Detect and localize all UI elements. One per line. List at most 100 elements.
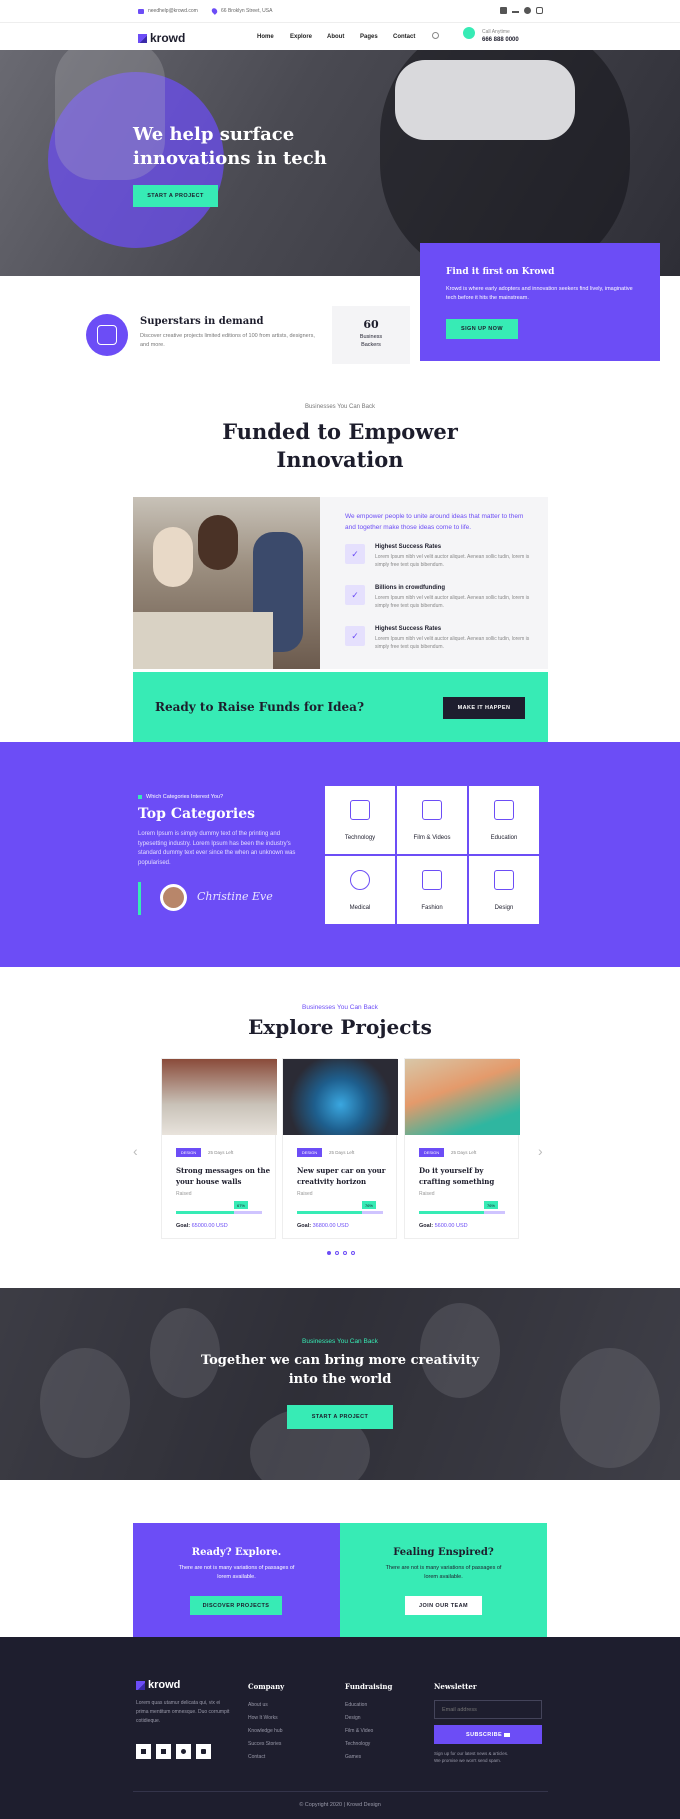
- backers-label-2: Backers: [361, 342, 381, 348]
- footer-link[interactable]: Knowledge hub: [248, 1728, 282, 1734]
- category-medical[interactable]: Medical: [325, 856, 395, 924]
- main-header: krowd Home Explore About Pages Contact: [0, 22, 680, 50]
- logo-mark-icon: [136, 1680, 145, 1690]
- backers-label-1: Business: [359, 334, 383, 340]
- check-icon: ✓: [345, 585, 365, 605]
- brand-name: krowd: [150, 31, 186, 45]
- category-film-videos[interactable]: Film & Videos: [397, 786, 467, 854]
- film-icon: [422, 800, 442, 820]
- check-icon: ✓: [345, 626, 365, 646]
- footer-link[interactable]: Contact: [248, 1754, 265, 1760]
- phone-number[interactable]: 666 888 0000: [482, 37, 519, 43]
- footer-link[interactable]: Education: [345, 1702, 367, 1708]
- signature: Christine Eve: [197, 890, 273, 903]
- pinterest-icon[interactable]: [176, 1744, 191, 1759]
- categories-text: Lorem Ipsum is simply dummy text of the …: [138, 831, 296, 866]
- together-start-project-button[interactable]: START A PROJECT: [287, 1405, 393, 1429]
- subscribe-button[interactable]: SUBSCRIBE: [434, 1725, 542, 1744]
- carousel-dot[interactable]: [327, 1251, 331, 1255]
- hero-start-project-button[interactable]: START A PROJECT: [133, 185, 218, 207]
- footer-link[interactable]: How It Works: [248, 1715, 278, 1721]
- sign-up-button[interactable]: SIGN UP NOW: [446, 319, 518, 339]
- explore-cta: Ready? Explore. There are not is many va…: [133, 1523, 340, 1637]
- design-icon: [494, 870, 514, 890]
- footer-link[interactable]: About us: [248, 1702, 268, 1708]
- progress-bar: [419, 1211, 505, 1214]
- inspired-cta-text: There are not is many variations of pass…: [385, 1565, 502, 1580]
- pinterest-icon[interactable]: [524, 7, 531, 14]
- category-technology[interactable]: Technology: [325, 786, 395, 854]
- discover-projects-button[interactable]: DISCOVER PROJECTS: [190, 1596, 282, 1615]
- carousel-dot[interactable]: [343, 1251, 347, 1255]
- project-card[interactable]: DESIGN 25 Days Left Strong messages on t…: [161, 1058, 277, 1239]
- project-card[interactable]: DESIGN 25 Days Left New super car on you…: [282, 1058, 398, 1239]
- inspired-cta: Fealing Enspired? There are not is many …: [340, 1523, 547, 1637]
- projects-eyebrow: Businesses You Can Back: [302, 1004, 378, 1011]
- footer-divider: [133, 1791, 548, 1792]
- facebook-icon[interactable]: [156, 1744, 171, 1759]
- backers-count: 60: [363, 318, 379, 331]
- nav-about[interactable]: About: [327, 34, 344, 40]
- stethoscope-icon: [350, 870, 370, 890]
- instagram-icon[interactable]: [196, 1744, 211, 1759]
- carousel-dot[interactable]: [335, 1251, 339, 1255]
- fundraising-heading: Fundraising: [345, 1682, 393, 1691]
- instagram-icon[interactable]: [536, 7, 543, 14]
- category-education[interactable]: Education: [469, 786, 539, 854]
- footer-link[interactable]: Succes Stories: [248, 1741, 281, 1747]
- nav-home[interactable]: Home: [257, 34, 274, 40]
- make-it-happen-button[interactable]: MAKE IT HAPPEN: [443, 697, 525, 719]
- projects-title: Explore Projects: [248, 1015, 432, 1039]
- phone-icon: [463, 27, 475, 39]
- inspired-cta-title: Fealing Enspired?: [393, 1547, 494, 1558]
- progress-bar: [176, 1211, 262, 1214]
- nav-contact[interactable]: Contact: [393, 34, 415, 40]
- search-icon[interactable]: [432, 32, 439, 39]
- find-text: Krowd is where early adopters and innova…: [446, 286, 633, 301]
- project-card[interactable]: DESIGN 25 Days Left Do it yourself by cr…: [404, 1058, 520, 1239]
- address-text: 66 Broklyn Street, USA: [221, 8, 273, 14]
- author-avatar: [160, 884, 187, 911]
- footer: krowd Lorem quas utamur delicata qui, vi…: [0, 1637, 680, 1819]
- facebook-icon[interactable]: [500, 7, 507, 14]
- nav-explore[interactable]: Explore: [290, 34, 312, 40]
- categories-section: Which Categories Interest You? Top Categ…: [0, 742, 680, 967]
- backers-box: 60 Business Backers: [332, 306, 410, 364]
- newsletter-heading: Newsletter: [434, 1682, 477, 1691]
- category-design[interactable]: Design: [469, 856, 539, 924]
- address-info: 66 Broklyn Street, USA: [210, 7, 273, 15]
- footer-link[interactable]: Games: [345, 1754, 361, 1760]
- logo-mark-icon: [138, 33, 147, 43]
- twitter-icon[interactable]: [136, 1744, 151, 1759]
- email-info[interactable]: needhelp@krowd.com: [138, 8, 198, 14]
- email-text: needhelp@krowd.com: [148, 8, 198, 14]
- categories-eyebrow: Which Categories Interest You?: [138, 794, 223, 800]
- footer-link[interactable]: Technology: [345, 1741, 370, 1747]
- together-eyebrow: Businesses You Can Back: [302, 1338, 378, 1345]
- call-label: Call Anytime: [482, 29, 510, 35]
- nav-pages[interactable]: Pages: [360, 34, 378, 40]
- newsletter-email-input[interactable]: [434, 1700, 542, 1719]
- progress-bar: [297, 1211, 383, 1214]
- footer-logo[interactable]: krowd: [136, 1679, 180, 1691]
- team-photo: [133, 497, 320, 669]
- explore-cta-title: Ready? Explore.: [191, 1547, 282, 1558]
- footer-link[interactable]: Design: [345, 1715, 361, 1721]
- newsletter-note-1: Sign up for our latest news & articles.: [434, 1751, 509, 1756]
- categories-title: Top Categories: [138, 806, 256, 822]
- together-title: Together we can bring more creativity in…: [200, 1353, 480, 1387]
- carousel-dots: [327, 1251, 355, 1255]
- brand-logo[interactable]: krowd: [138, 31, 185, 45]
- envelope-icon: [503, 1732, 510, 1737]
- footer-about: Lorem quas utamur delicata qui, vix ei p…: [136, 1700, 230, 1724]
- carousel-dot[interactable]: [351, 1251, 355, 1255]
- category-fashion[interactable]: Fashion: [397, 856, 467, 924]
- twitter-icon[interactable]: [512, 7, 519, 13]
- project-image: [405, 1059, 520, 1135]
- join-team-button[interactable]: JOIN OUR TEAM: [405, 1596, 482, 1615]
- funded-intro: We empower people to unite around ideas …: [345, 513, 524, 531]
- carousel-prev-icon[interactable]: ‹: [133, 1143, 138, 1159]
- footer-link[interactable]: Film & Video: [345, 1728, 373, 1734]
- funded-eyebrow: Businesses You Can Back: [304, 404, 376, 410]
- carousel-next-icon[interactable]: ›: [538, 1143, 543, 1159]
